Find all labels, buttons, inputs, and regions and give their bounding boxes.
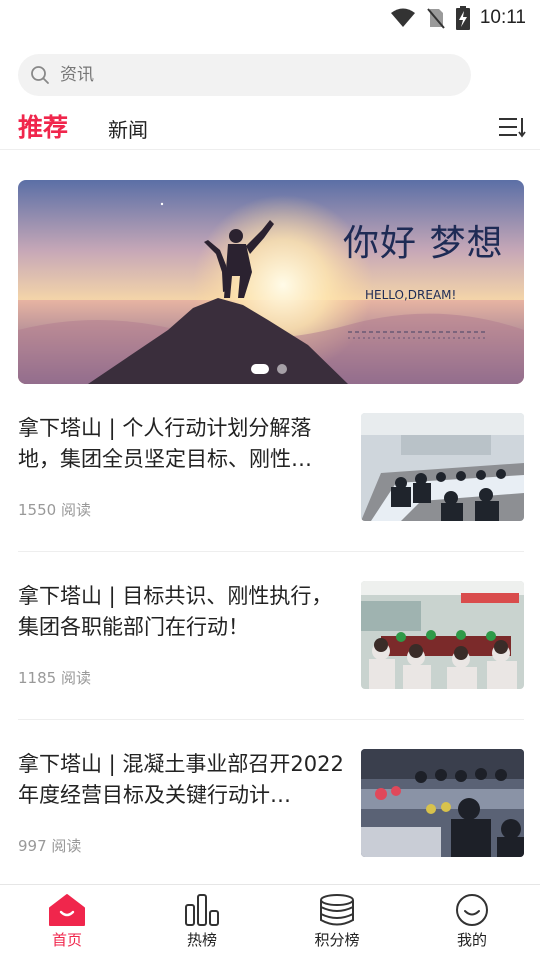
battery-charging-icon <box>455 6 470 30</box>
article-item[interactable]: 拿下塔山 | 目标共识、刚性执行，集团各职能部门在行动！ 1185 阅读 <box>18 581 524 721</box>
status-time: 10:11 <box>479 7 526 28</box>
banner-carousel[interactable]: 你好 梦想 HELLO,DREAM! <box>18 180 524 384</box>
tab-news[interactable]: 新闻 <box>108 114 148 143</box>
article-item[interactable]: 拿下塔山 | 个人行动计划分解落地，集团全员坚定目标、刚性… 1550 阅读 <box>18 413 524 553</box>
no-sim-icon <box>427 8 445 29</box>
search-input[interactable] <box>60 65 440 85</box>
nav-mine[interactable]: 我的 <box>432 893 512 950</box>
carousel-dot-active[interactable] <box>251 364 269 374</box>
smile-icon <box>456 894 488 926</box>
coins-icon <box>320 894 354 926</box>
bar-chart-icon <box>185 894 219 926</box>
divider <box>18 719 524 720</box>
carousel-indicator <box>251 364 287 374</box>
bottom-nav: 首页 热榜 积分榜 我的 <box>0 884 540 960</box>
banner-title: 你好 梦想 <box>343 223 504 264</box>
nav-home-label: 首页 <box>51 931 82 949</box>
tab-recommend[interactable]: 推荐 <box>18 108 68 144</box>
home-icon <box>49 894 85 926</box>
category-menu-icon[interactable] <box>498 116 526 138</box>
nav-hot-list-label: 热榜 <box>186 931 217 949</box>
banner-image <box>18 180 524 384</box>
article-thumbnail <box>361 581 524 689</box>
nav-points-rank-label: 积分榜 <box>314 931 360 949</box>
wifi-icon <box>390 8 415 27</box>
status-icons: 10:11 <box>390 6 526 30</box>
banner-subtitle: HELLO,DREAM! <box>365 288 457 302</box>
article-read-count: 1550 阅读 <box>18 501 91 519</box>
article-title: 拿下塔山 | 目标共识、刚性执行，集团各职能部门在行动！ <box>18 584 333 639</box>
nav-points-rank[interactable]: 积分榜 <box>297 893 377 950</box>
status-bar: 10:11 <box>0 0 540 38</box>
article-thumbnail <box>361 749 524 857</box>
search-icon <box>31 66 49 84</box>
category-tabs: 推荐 新闻 <box>0 104 540 150</box>
carousel-dot[interactable] <box>277 364 287 374</box>
divider <box>18 551 524 552</box>
search-bar[interactable] <box>18 54 471 96</box>
nav-mine-label: 我的 <box>456 931 487 949</box>
nav-hot-list[interactable]: 热榜 <box>162 893 242 950</box>
article-title: 拿下塔山 | 混凝土事业部召开2022年度经营目标及关键行动计… <box>18 752 344 807</box>
article-item[interactable]: 拿下塔山 | 混凝土事业部召开2022年度经营目标及关键行动计… 997 阅读 <box>18 749 524 889</box>
article-read-count: 1185 阅读 <box>18 669 91 687</box>
article-title: 拿下塔山 | 个人行动计划分解落地，集团全员坚定目标、刚性… <box>18 416 312 471</box>
article-read-count: 997 阅读 <box>18 837 82 855</box>
nav-home[interactable]: 首页 <box>27 893 107 950</box>
article-thumbnail <box>361 413 524 521</box>
